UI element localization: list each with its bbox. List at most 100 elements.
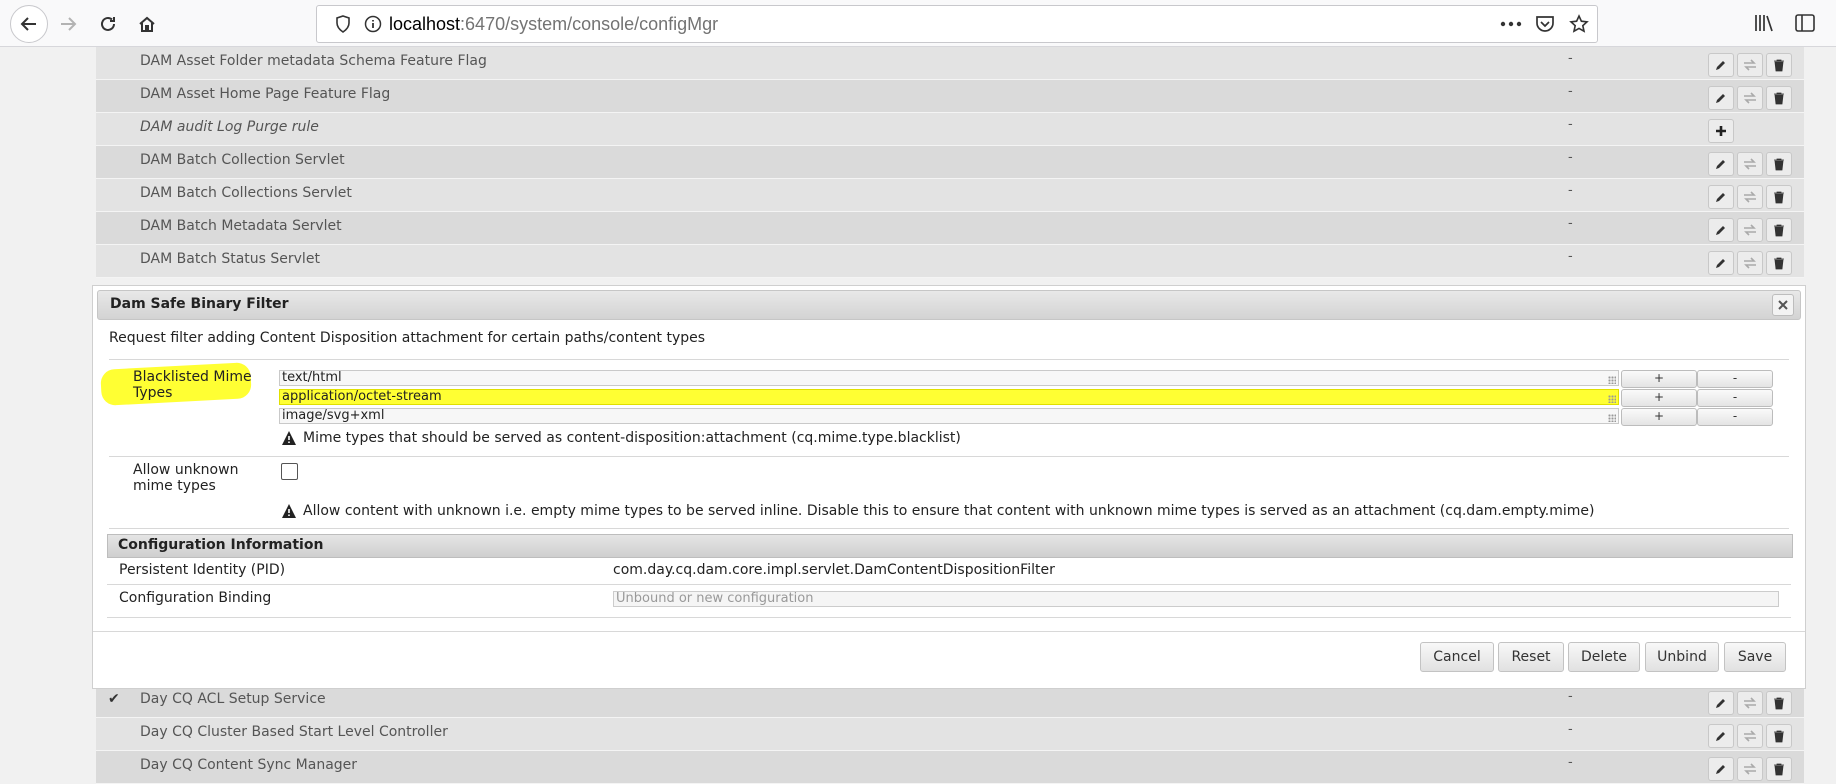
pencil-icon bbox=[1716, 765, 1725, 774]
config-name[interactable]: Day CQ Content Sync Manager bbox=[140, 757, 357, 773]
unbind-button[interactable] bbox=[1737, 152, 1763, 176]
config-name[interactable]: DAM Batch Collections Servlet bbox=[140, 185, 352, 201]
mime-type-field[interactable]: application/octet-stream bbox=[279, 389, 1619, 405]
delete-button[interactable] bbox=[1766, 757, 1792, 781]
binding-label: Configuration Binding bbox=[119, 590, 272, 606]
trash-icon bbox=[1774, 92, 1784, 104]
close-button[interactable] bbox=[1772, 294, 1794, 316]
url-bar[interactable]: localhost:6470/system/console/configMgr bbox=[316, 5, 1598, 43]
edit-button[interactable] bbox=[1708, 218, 1734, 242]
config-name[interactable]: DAM Asset Folder metadata Schema Feature… bbox=[140, 53, 487, 69]
config-name[interactable]: DAM Batch Collection Servlet bbox=[140, 152, 345, 168]
edit-button[interactable] bbox=[1708, 691, 1734, 715]
url-text[interactable]: localhost:6470/system/console/configMgr bbox=[389, 14, 718, 35]
config-row[interactable]: Day CQ Cluster Based Start Level Control… bbox=[96, 718, 1804, 751]
unbind-button[interactable]: Unbind bbox=[1645, 642, 1719, 672]
save-button[interactable]: Save bbox=[1724, 642, 1786, 672]
config-row[interactable]: DAM Batch Metadata Servlet - bbox=[96, 212, 1804, 245]
edit-button[interactable] bbox=[1708, 86, 1734, 110]
config-value: - bbox=[1568, 689, 1573, 704]
delete-button[interactable] bbox=[1766, 86, 1792, 110]
pencil-icon bbox=[1716, 160, 1725, 169]
delete-button[interactable] bbox=[1766, 724, 1792, 748]
add-value-button[interactable]: + bbox=[1621, 408, 1697, 426]
dialog-titlebar[interactable]: Dam Safe Binary Filter bbox=[97, 290, 1801, 320]
remove-value-button[interactable]: - bbox=[1697, 408, 1773, 426]
pencil-icon bbox=[1716, 94, 1725, 103]
mime-type-field[interactable]: text/html bbox=[279, 370, 1619, 386]
config-name[interactable]: DAM Batch Metadata Servlet bbox=[140, 218, 342, 234]
create-config-button[interactable] bbox=[1708, 119, 1734, 143]
allow-unknown-checkbox[interactable] bbox=[281, 463, 298, 480]
config-name[interactable]: DAM Asset Home Page Feature Flag bbox=[140, 86, 390, 102]
unbind-button[interactable] bbox=[1737, 86, 1763, 110]
binding-field[interactable]: Unbound or new configuration bbox=[613, 591, 1779, 607]
unbind-button[interactable] bbox=[1737, 757, 1763, 781]
config-row[interactable]: DAM Batch Collection Servlet - bbox=[96, 146, 1804, 179]
config-name[interactable]: Day CQ Cluster Based Start Level Control… bbox=[140, 724, 448, 740]
delete-button[interactable] bbox=[1766, 185, 1792, 209]
edit-button[interactable] bbox=[1708, 185, 1734, 209]
edit-button[interactable] bbox=[1708, 757, 1734, 781]
edit-button[interactable] bbox=[1708, 251, 1734, 275]
add-value-button[interactable]: + bbox=[1621, 389, 1697, 407]
mime-type-field[interactable]: image/svg+xml bbox=[279, 408, 1619, 424]
unbind-button[interactable] bbox=[1737, 185, 1763, 209]
forward-button[interactable] bbox=[52, 8, 84, 40]
config-factory-name[interactable]: DAM audit Log Purge rule bbox=[140, 119, 319, 135]
edit-button[interactable] bbox=[1708, 724, 1734, 748]
add-value-button[interactable]: + bbox=[1621, 370, 1697, 388]
config-row[interactable]: DAM Batch Collections Servlet - bbox=[96, 179, 1804, 212]
config-row[interactable]: Day CQ Content Sync Manager - bbox=[96, 751, 1804, 784]
back-button[interactable] bbox=[10, 5, 48, 43]
unbind-button[interactable] bbox=[1737, 724, 1763, 748]
edit-button[interactable] bbox=[1708, 152, 1734, 176]
divider bbox=[109, 359, 1789, 360]
unbind-button[interactable] bbox=[1737, 218, 1763, 242]
library-icon[interactable] bbox=[1752, 11, 1778, 35]
config-row[interactable]: DAM Asset Folder metadata Schema Feature… bbox=[96, 47, 1804, 80]
delete-button[interactable]: Delete bbox=[1568, 642, 1640, 672]
config-row[interactable]: DAM audit Log Purge rule - bbox=[96, 113, 1804, 146]
reset-button[interactable]: Reset bbox=[1498, 642, 1564, 672]
config-name[interactable]: Day CQ ACL Setup Service bbox=[140, 691, 326, 707]
resize-handle-icon[interactable] bbox=[1608, 414, 1616, 422]
edit-button[interactable] bbox=[1708, 53, 1734, 77]
config-name[interactable]: DAM Batch Status Servlet bbox=[140, 251, 320, 267]
reload-button[interactable] bbox=[92, 8, 124, 40]
cancel-button[interactable]: Cancel bbox=[1420, 642, 1494, 672]
blacklist-hint: Mime types that should be served as cont… bbox=[281, 430, 961, 446]
trash-icon bbox=[1774, 191, 1784, 203]
divider bbox=[107, 584, 1791, 585]
trash-icon bbox=[1774, 763, 1784, 775]
info-icon[interactable] bbox=[361, 12, 385, 36]
delete-button[interactable] bbox=[1766, 53, 1792, 77]
swap-icon bbox=[1744, 730, 1756, 742]
pocket-icon[interactable] bbox=[1533, 12, 1557, 36]
pencil-icon bbox=[1716, 699, 1725, 708]
pencil-icon bbox=[1716, 61, 1725, 70]
divider bbox=[107, 617, 1791, 618]
unbind-button[interactable] bbox=[1737, 691, 1763, 715]
sidebar-icon[interactable] bbox=[1792, 11, 1818, 35]
resize-handle-icon[interactable] bbox=[1608, 376, 1616, 384]
arrow-right-icon bbox=[61, 17, 77, 31]
config-dialog: Dam Safe Binary Filter Request filter ad… bbox=[92, 285, 1806, 689]
delete-button[interactable] bbox=[1766, 218, 1792, 242]
more-actions-icon[interactable] bbox=[1499, 12, 1523, 36]
config-row[interactable]: DAM Batch Status Servlet - bbox=[96, 245, 1804, 278]
config-row[interactable]: ✔ Day CQ ACL Setup Service - bbox=[96, 685, 1804, 718]
unbind-button[interactable] bbox=[1737, 53, 1763, 77]
resize-handle-icon[interactable] bbox=[1608, 395, 1616, 403]
unbind-button[interactable] bbox=[1737, 251, 1763, 275]
allow-unknown-hint: Allow content with unknown i.e. empty mi… bbox=[281, 503, 1594, 519]
remove-value-button[interactable]: - bbox=[1697, 389, 1773, 407]
delete-button[interactable] bbox=[1766, 152, 1792, 176]
bookmark-star-icon[interactable] bbox=[1567, 12, 1591, 36]
home-button[interactable] bbox=[131, 8, 163, 40]
delete-button[interactable] bbox=[1766, 691, 1792, 715]
delete-button[interactable] bbox=[1766, 251, 1792, 275]
remove-value-button[interactable]: - bbox=[1697, 370, 1773, 388]
shield-icon[interactable] bbox=[331, 12, 355, 36]
config-row[interactable]: DAM Asset Home Page Feature Flag - bbox=[96, 80, 1804, 113]
